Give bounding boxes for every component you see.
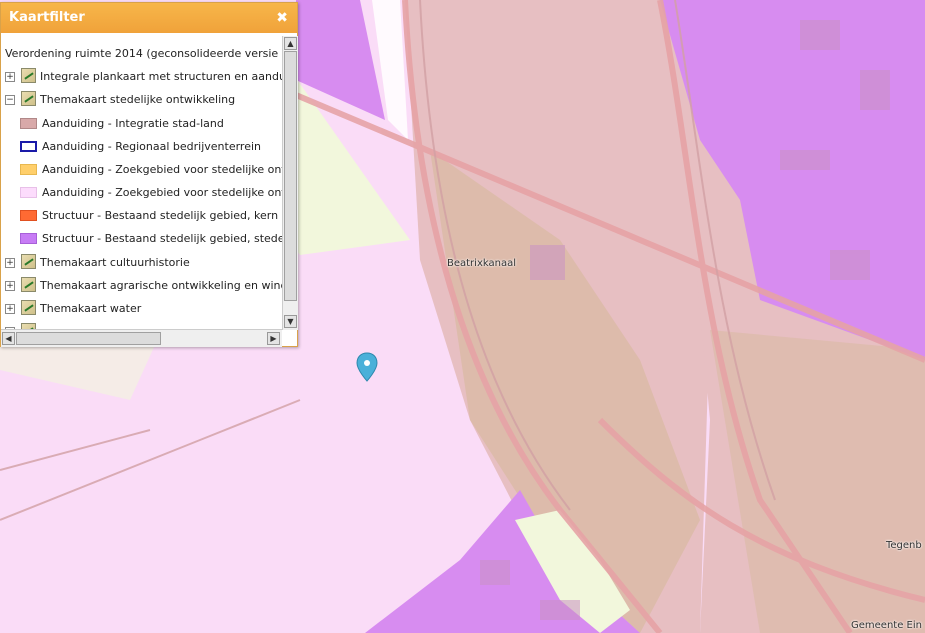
layer-icon (21, 300, 36, 315)
layer-tree: Verordening ruimte 2014 (geconsolideerde… (1, 35, 282, 329)
legend-label: Aanduiding - Regionaal bedrijventerrein (42, 140, 261, 153)
tree-item-water[interactable]: + Themakaart water (1, 298, 282, 320)
layer-icon (21, 91, 36, 106)
tree-item-stedelijke-ontwikkeling[interactable]: − Themakaart stedelijke ontwikkeling (1, 89, 282, 111)
expand-icon[interactable]: + (5, 72, 15, 82)
legend-label: Structuur - Bestaand stedelijk gebied, s… (42, 232, 282, 245)
scroll-right-icon[interactable]: ▶ (267, 332, 280, 345)
legend-swatch (20, 141, 37, 152)
map-pin-icon[interactable] (356, 352, 378, 386)
place-label: Tegenb (886, 540, 922, 551)
expand-icon[interactable]: + (5, 304, 15, 314)
legend-label: Aanduiding - Zoekgebied voor stedelijke … (42, 186, 282, 199)
scroll-up-icon[interactable]: ▲ (284, 37, 297, 50)
vertical-scrollbar[interactable]: ▲ ▼ (282, 36, 298, 330)
legend-swatch (20, 210, 37, 221)
legend-item: Structuur - Bestaand stedelijk gebied, k… (1, 205, 282, 227)
panel-title: Kaartfilter (9, 10, 85, 25)
expand-icon[interactable]: + (5, 281, 15, 291)
layer-icon (21, 277, 36, 292)
kaartfilter-panel: Kaartfilter ✖ Verordening ruimte 2014 (g… (0, 2, 298, 347)
legend-item: Aanduiding - Regionaal bedrijventerrein (1, 136, 282, 158)
legend-label: Aanduiding - Zoekgebied voor stedelijke … (42, 163, 282, 176)
municipality-label: Gemeente Ein (851, 620, 922, 631)
layer-icon (21, 68, 36, 83)
vertical-scroll-thumb[interactable] (284, 51, 297, 301)
legend-item: Aanduiding - Zoekgebied voor stedelijke … (1, 159, 282, 181)
panel-header: Kaartfilter ✖ (1, 3, 297, 33)
scroll-left-icon[interactable]: ◀ (2, 332, 15, 345)
close-icon[interactable]: ✖ (276, 3, 288, 33)
horizontal-scroll-thumb[interactable] (16, 332, 161, 345)
canal-label: Beatrixkanaal (447, 258, 516, 269)
expand-icon[interactable]: + (5, 258, 15, 268)
legend-item: Structuur - Bestaand stedelijk gebied, s… (1, 228, 282, 250)
legend-item: Aanduiding - Integratie stad-land (1, 113, 282, 135)
tree-item-label: Integrale plankaart met structuren en aa… (40, 70, 282, 83)
horizontal-scrollbar[interactable]: ◀ ▶ (1, 329, 282, 347)
tree-item-agrarische-ontwikkeling[interactable]: + Themakaart agrarische ontwikkeling en … (1, 275, 282, 297)
tree-item-cultuurhistorie[interactable]: + Themakaart cultuurhistorie (1, 252, 282, 274)
tree-root-label: Verordening ruimte 2014 (geconsolideerde… (5, 47, 282, 60)
layer-icon (21, 254, 36, 269)
legend-swatch (20, 164, 37, 175)
tree-item-partial[interactable] (1, 321, 282, 329)
legend-swatch (20, 118, 37, 129)
tree-item-label: Themakaart stedelijke ontwikkeling (40, 93, 236, 106)
tree-item-label: Themakaart cultuurhistorie (40, 256, 190, 269)
collapse-icon[interactable]: − (5, 95, 15, 105)
tree-item-label: Themakaart agrarische ontwikkeling en wi… (40, 279, 282, 292)
legend-swatch (20, 233, 37, 244)
legend-label: Structuur - Bestaand stedelijk gebied, k… (42, 209, 282, 222)
legend-swatch (20, 187, 37, 198)
tree-item-label: Themakaart water (40, 302, 142, 315)
legend-item: Aanduiding - Zoekgebied voor stedelijke … (1, 182, 282, 204)
scroll-down-icon[interactable]: ▼ (284, 315, 297, 328)
tree-item-integrale-plankaart[interactable]: + Integrale plankaart met structuren en … (1, 66, 282, 88)
legend-label: Aanduiding - Integratie stad-land (42, 117, 224, 130)
